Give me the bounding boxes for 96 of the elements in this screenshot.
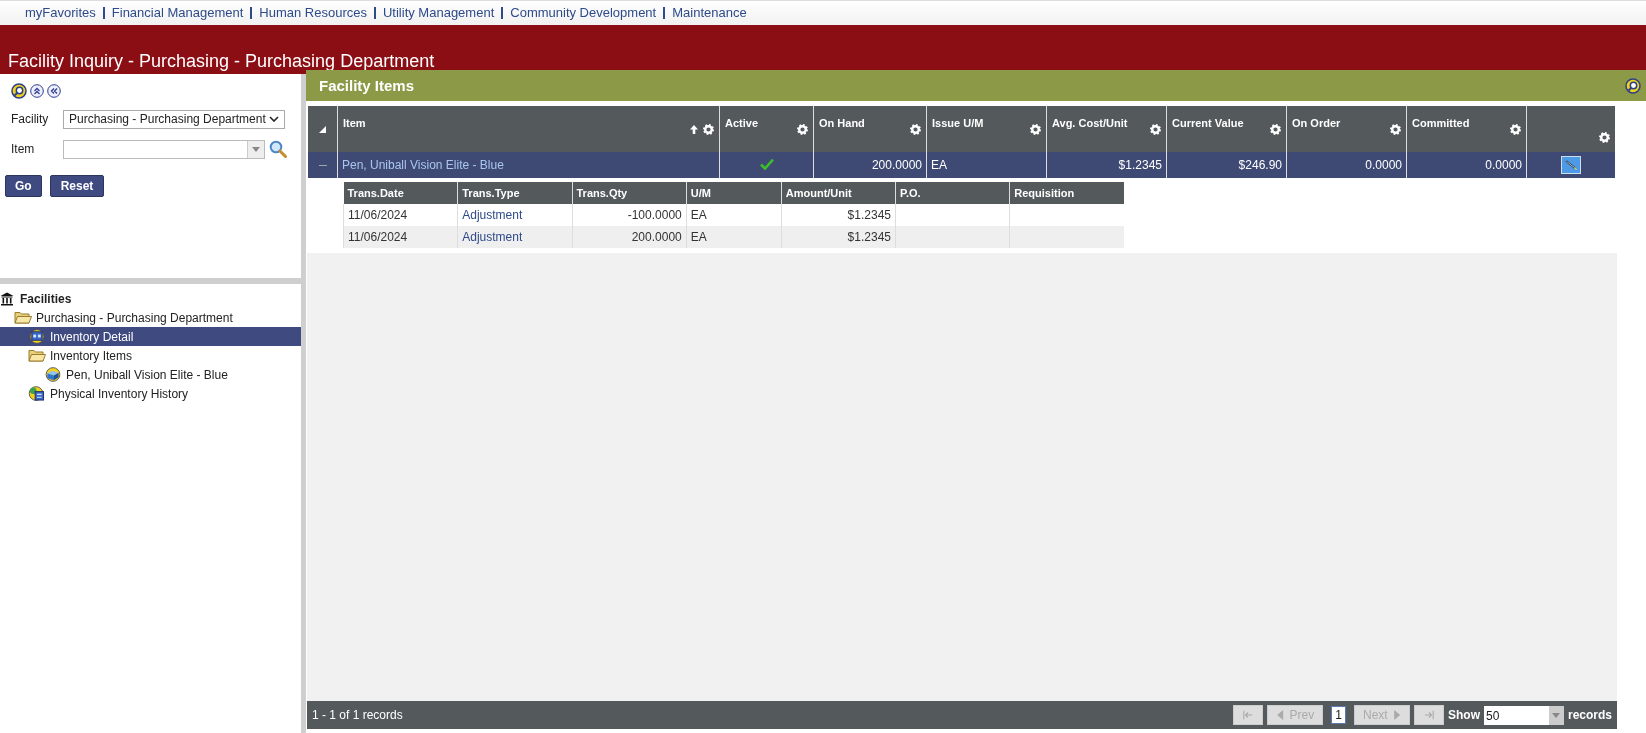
panel-title: Facility Items [319, 77, 415, 94]
settings-icon[interactable] [797, 123, 808, 135]
records-label: records [1567, 708, 1612, 722]
folder-icon [28, 348, 46, 363]
search-icon[interactable] [11, 83, 27, 99]
tree-item[interactable]: Inventory Items [0, 346, 301, 365]
column-label: Item [343, 117, 366, 131]
column-header[interactable]: Trans.Type [457, 182, 572, 204]
transaction-link[interactable]: Adjustment [462, 208, 523, 222]
show-label: Show [1447, 708, 1480, 722]
table-cell: $246.90 [1166, 152, 1287, 178]
tree-item[interactable]: Inventory Detail [0, 327, 301, 346]
cube-icon [44, 367, 62, 382]
chevron-down-icon [269, 116, 279, 122]
search-icon[interactable] [1625, 77, 1641, 94]
settings-icon[interactable] [1030, 123, 1041, 135]
last-page-icon [1423, 710, 1434, 720]
table-cell: 11/06/2024 [343, 226, 458, 248]
settings-icon[interactable] [1270, 123, 1281, 135]
form-button[interactable]: Reset [49, 175, 105, 197]
column-label: Committed [1412, 117, 1470, 131]
tree-item[interactable]: Purchasing - Purchasing Department [0, 308, 301, 327]
triangle-icon[interactable] [319, 126, 326, 133]
item-combo-field[interactable] [63, 139, 265, 159]
nav-link[interactable]: Maintenance [663, 7, 754, 19]
page-title: Facility Inquiry - Purchasing - Purchasing Department [8, 51, 435, 72]
tree-item[interactable]: Physical Inventory History [0, 384, 301, 403]
settings-icon[interactable] [910, 123, 921, 135]
window-icon [28, 329, 46, 344]
settings-icon[interactable] [1390, 123, 1401, 135]
nav-link[interactable]: Utility Management [374, 7, 502, 19]
folder-icon [14, 310, 32, 325]
table-cell: EA [926, 152, 1047, 178]
table-cell: EA [686, 226, 782, 248]
table-cell: 0.0000 [1286, 152, 1407, 178]
page-number[interactable]: 1 [1331, 706, 1346, 724]
tree-item[interactable]: Pen, Uniball Vision Elite - Blue [0, 365, 301, 384]
table-cell: $1.2345 [781, 226, 896, 248]
column-header[interactable]: Committed [1406, 106, 1527, 152]
column-label: On Hand [819, 117, 865, 131]
table-cell: $1.2345 [781, 204, 896, 226]
magnifier-icon[interactable] [269, 140, 287, 158]
nav-link[interactable]: Community Development [501, 7, 664, 19]
table-cell: $1.2345 [1046, 152, 1167, 178]
column-header[interactable]: On Hand [813, 106, 927, 152]
edit-button[interactable] [1561, 156, 1581, 174]
dropdown-arrow-icon [1552, 712, 1561, 718]
facility-select[interactable]: Purchasing - Purchasing Department [63, 109, 285, 129]
collapse-up-icon[interactable] [30, 84, 44, 98]
settings-icon[interactable] [1510, 123, 1521, 135]
column-header[interactable]: U/M [686, 182, 782, 204]
field-label: Item [11, 142, 36, 156]
column-header[interactable]: On Order [1286, 106, 1407, 152]
calculator-icon [28, 386, 46, 401]
column-header[interactable]: Active [719, 106, 814, 152]
form-button[interactable]: Go [5, 175, 42, 197]
column-header[interactable] [1526, 106, 1615, 152]
settings-icon[interactable] [703, 123, 714, 135]
nav-link[interactable]: myFavorites [18, 7, 103, 19]
tree-root-label: Facilities [20, 292, 72, 306]
field-label: Facility [11, 112, 50, 126]
column-header[interactable]: P.O. [895, 182, 1010, 204]
pencil-icon [1563, 158, 1579, 172]
column-label: Active [725, 117, 759, 131]
column-header[interactable]: Issue U/M [926, 106, 1047, 152]
first-page-icon [1243, 710, 1254, 720]
table-cell: 200.0000 [813, 152, 927, 178]
column-header[interactable]: Amount/Unit [781, 182, 896, 204]
column-header[interactable]: Requisition [1009, 182, 1124, 204]
triangle-left-icon [1276, 710, 1285, 720]
settings-icon[interactable] [1150, 123, 1161, 135]
dropdown-arrow-icon [252, 146, 260, 152]
column-header[interactable]: Avg. Cost/Unit [1046, 106, 1167, 152]
column-label: On Order [1292, 117, 1341, 131]
triangle-right-icon [1392, 710, 1401, 720]
nav-link[interactable]: Human Resources [250, 7, 374, 19]
nav-link[interactable]: Financial Management [102, 7, 251, 19]
column-label: Avg. Cost/Unit [1052, 117, 1128, 131]
column-label: Current Value [1172, 117, 1244, 131]
header-cell[interactable] [308, 106, 338, 152]
column-header[interactable]: Current Value [1166, 106, 1287, 152]
page-size-select[interactable]: 50 [1483, 705, 1564, 725]
table-cell: 11/06/2024 [343, 204, 458, 226]
column-label: Issue U/M [932, 117, 984, 131]
table-cell: -100.0000 [572, 204, 687, 226]
expander-cell[interactable] [308, 152, 338, 178]
table-cell: 200.0000 [572, 226, 687, 248]
column-header[interactable]: Item [337, 106, 720, 152]
record-count: 1 - 1 of 1 records [312, 708, 403, 722]
collapse-left-icon[interactable] [47, 84, 61, 98]
table-cell: EA [686, 204, 782, 226]
settings-icon[interactable] [1599, 131, 1610, 143]
table-cell: 0.0000 [1406, 152, 1527, 178]
building-icon [0, 292, 14, 306]
column-header[interactable]: Trans.Date [343, 182, 458, 204]
column-header[interactable]: Trans.Qty [572, 182, 687, 204]
